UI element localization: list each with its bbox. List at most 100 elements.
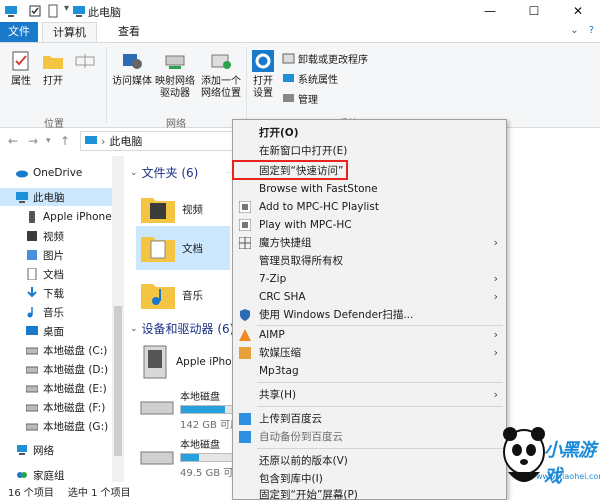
menu-item-crc-sha[interactable]: CRC SHA › <box>233 288 506 306</box>
nav-item-drive-g[interactable]: 本地磁盘 (G:) <box>0 417 124 435</box>
submenu-arrow-icon: › <box>493 236 498 249</box>
menu-item-defender-scan[interactable]: 使用 Windows Defender扫描... <box>233 306 506 324</box>
menu-separator <box>257 382 503 383</box>
nav-item-downloads[interactable]: 下载 <box>0 284 124 302</box>
tab-file[interactable]: 文件 <box>0 22 38 42</box>
nav-scroll-thumb[interactable] <box>114 306 122 456</box>
rename-button[interactable] <box>72 49 98 76</box>
this-pc-icon <box>16 192 28 203</box>
nav-item-this-pc[interactable]: 此电脑 <box>0 188 124 206</box>
grid-icon <box>239 237 251 249</box>
menu-item-open-new-window[interactable]: 在新窗口中打开(E) <box>233 142 506 160</box>
minimize-button[interactable]: — <box>468 0 512 22</box>
desktop-icon <box>26 326 38 335</box>
device-apple-iphone[interactable]: Apple iPho <box>140 342 232 382</box>
nav-item-drive-e[interactable]: 本地磁盘 (E:) <box>0 379 124 397</box>
nav-item-drive-d[interactable]: 本地磁盘 (D:) <box>0 360 124 378</box>
new-folder-quick-icon[interactable] <box>46 4 60 18</box>
menu-item-ruanmei-compress[interactable]: 软媒压缩 › <box>233 344 506 362</box>
highlight-annotation <box>232 160 348 180</box>
menu-item-share[interactable]: 共享(H) › <box>233 386 506 404</box>
submenu-arrow-icon: › <box>493 272 498 285</box>
onedrive-icon <box>16 170 28 178</box>
properties-button[interactable]: 属性 <box>8 49 34 88</box>
open-settings-button[interactable]: 打开 设置 <box>250 49 276 100</box>
download-icon <box>27 287 37 298</box>
menu-separator <box>257 448 503 449</box>
folder-documents[interactable]: 文档 <box>136 226 230 270</box>
mpc-hc-icon <box>239 219 251 231</box>
back-arrow-icon[interactable]: ← <box>8 134 18 148</box>
this-pc-icon <box>5 6 17 17</box>
navigation-pane: OneDrive 此电脑 Apple iPhone 视频 图片 文档 下载 音乐… <box>0 156 124 482</box>
drive-icon <box>26 385 38 393</box>
menu-item-restore-versions[interactable]: 还原以前的版本(V) <box>233 452 506 470</box>
menu-item-7zip[interactable]: 7-Zip › <box>233 270 506 288</box>
nav-item-onedrive[interactable]: OneDrive <box>0 164 124 182</box>
tab-computer[interactable]: 计算机 <box>42 22 97 43</box>
aimp-icon <box>239 329 251 341</box>
help-icon[interactable]: ? <box>589 25 594 36</box>
menu-separator <box>257 406 503 407</box>
uninstall-program-button[interactable]: 卸载或更改程序 <box>282 51 368 66</box>
document-icon <box>27 268 37 280</box>
menu-item-mofang[interactable]: 魔方快捷组 › <box>233 234 506 252</box>
nav-item-network[interactable]: 网络 <box>0 441 124 459</box>
menu-item-mp3tag[interactable]: Mp3tag <box>233 362 506 380</box>
map-network-drive-button[interactable]: 映射网络 驱动器 <box>154 49 196 100</box>
nav-item-music[interactable]: 音乐 <box>0 303 124 321</box>
properties-quick-icon[interactable] <box>28 4 42 18</box>
menu-item-browse-faststone[interactable]: Browse with FastStone <box>233 180 506 198</box>
nav-item-pictures[interactable]: 图片 <box>0 246 124 264</box>
folder-music[interactable]: 音乐 <box>140 274 228 316</box>
manage-button[interactable]: 管理 <box>282 91 318 106</box>
homegroup-icon <box>17 472 27 478</box>
nav-item-videos[interactable]: 视频 <box>0 227 124 245</box>
drive-usage-fill <box>181 454 200 461</box>
nav-item-drive-f[interactable]: 本地磁盘 (F:) <box>0 398 124 416</box>
ribbon-expand-icon[interactable]: ⌄ <box>570 25 578 36</box>
menu-item-pin-start[interactable]: 固定到“开始”屏幕(P) <box>233 486 506 500</box>
menu-item-open[interactable]: 打开(O) <box>233 124 506 142</box>
drive-tile-1[interactable]: 本地磁盘 142 GB 可用 <box>140 388 240 431</box>
submenu-arrow-icon: › <box>493 388 498 401</box>
ribbon-separator <box>106 47 107 123</box>
drive-tile-2[interactable]: 本地磁盘 49.5 GB 可用 <box>140 436 243 479</box>
menu-item-upload-baidu[interactable]: 上传到百度云 <box>233 410 506 428</box>
music-folder-icon <box>141 284 175 309</box>
baidu-cloud-icon <box>239 413 251 425</box>
nav-item-drive-c[interactable]: 本地磁盘 (C:) <box>0 341 124 359</box>
maximize-button[interactable]: ☐ <box>512 0 556 22</box>
title-bar: ▾ 此电脑 — ☐ ✕ <box>0 0 600 22</box>
phone-icon <box>29 211 35 223</box>
folder-videos[interactable]: 视频 <box>140 188 228 230</box>
menu-item-take-ownership[interactable]: 管理员取得所有权 <box>233 252 506 270</box>
add-network-location-button[interactable]: 添加一个 网络位置 <box>198 49 244 100</box>
devices-section-header[interactable]: ⌄ 设备和驱动器 (6) <box>130 320 234 337</box>
menu-item-aimp[interactable]: AIMP › <box>233 326 506 344</box>
system-properties-button[interactable]: 系统属性 <box>282 71 338 86</box>
open-button[interactable]: 打开 <box>40 49 66 88</box>
forward-arrow-icon[interactable]: → <box>28 134 38 148</box>
menu-item-mpc-playlist[interactable]: Add to MPC-HC Playlist <box>233 198 506 216</box>
close-button[interactable]: ✕ <box>556 0 600 22</box>
tab-view[interactable]: 查看 <box>108 22 150 42</box>
properties-icon <box>12 51 29 71</box>
rename-icon <box>75 54 95 68</box>
menu-item-play-mpc[interactable]: Play with MPC-HC <box>233 216 506 234</box>
recent-dropdown-icon[interactable]: ▾ <box>46 136 51 146</box>
menu-item-auto-backup-baidu[interactable]: 自动备份到百度云 <box>233 428 506 446</box>
nav-item-desktop[interactable]: 桌面 <box>0 322 124 340</box>
folders-section-header[interactable]: ⌄ 文件夹 (6) <box>130 164 198 181</box>
drive-icon <box>26 423 38 431</box>
up-arrow-icon[interactable]: ↑ <box>60 134 70 148</box>
quick-access-dropdown-icon[interactable]: ▾ <box>64 3 69 14</box>
address-bar[interactable]: › 此电脑 <box>80 131 240 151</box>
access-media-button[interactable]: 访问媒体 <box>112 49 152 88</box>
ribbon-separator <box>246 47 247 123</box>
defender-shield-icon <box>240 309 250 321</box>
nav-item-apple-iphone[interactable]: Apple iPhone <box>0 208 124 226</box>
nav-item-documents[interactable]: 文档 <box>0 265 124 283</box>
compress-icon <box>239 347 251 359</box>
nav-scrollbar[interactable] <box>112 156 124 482</box>
